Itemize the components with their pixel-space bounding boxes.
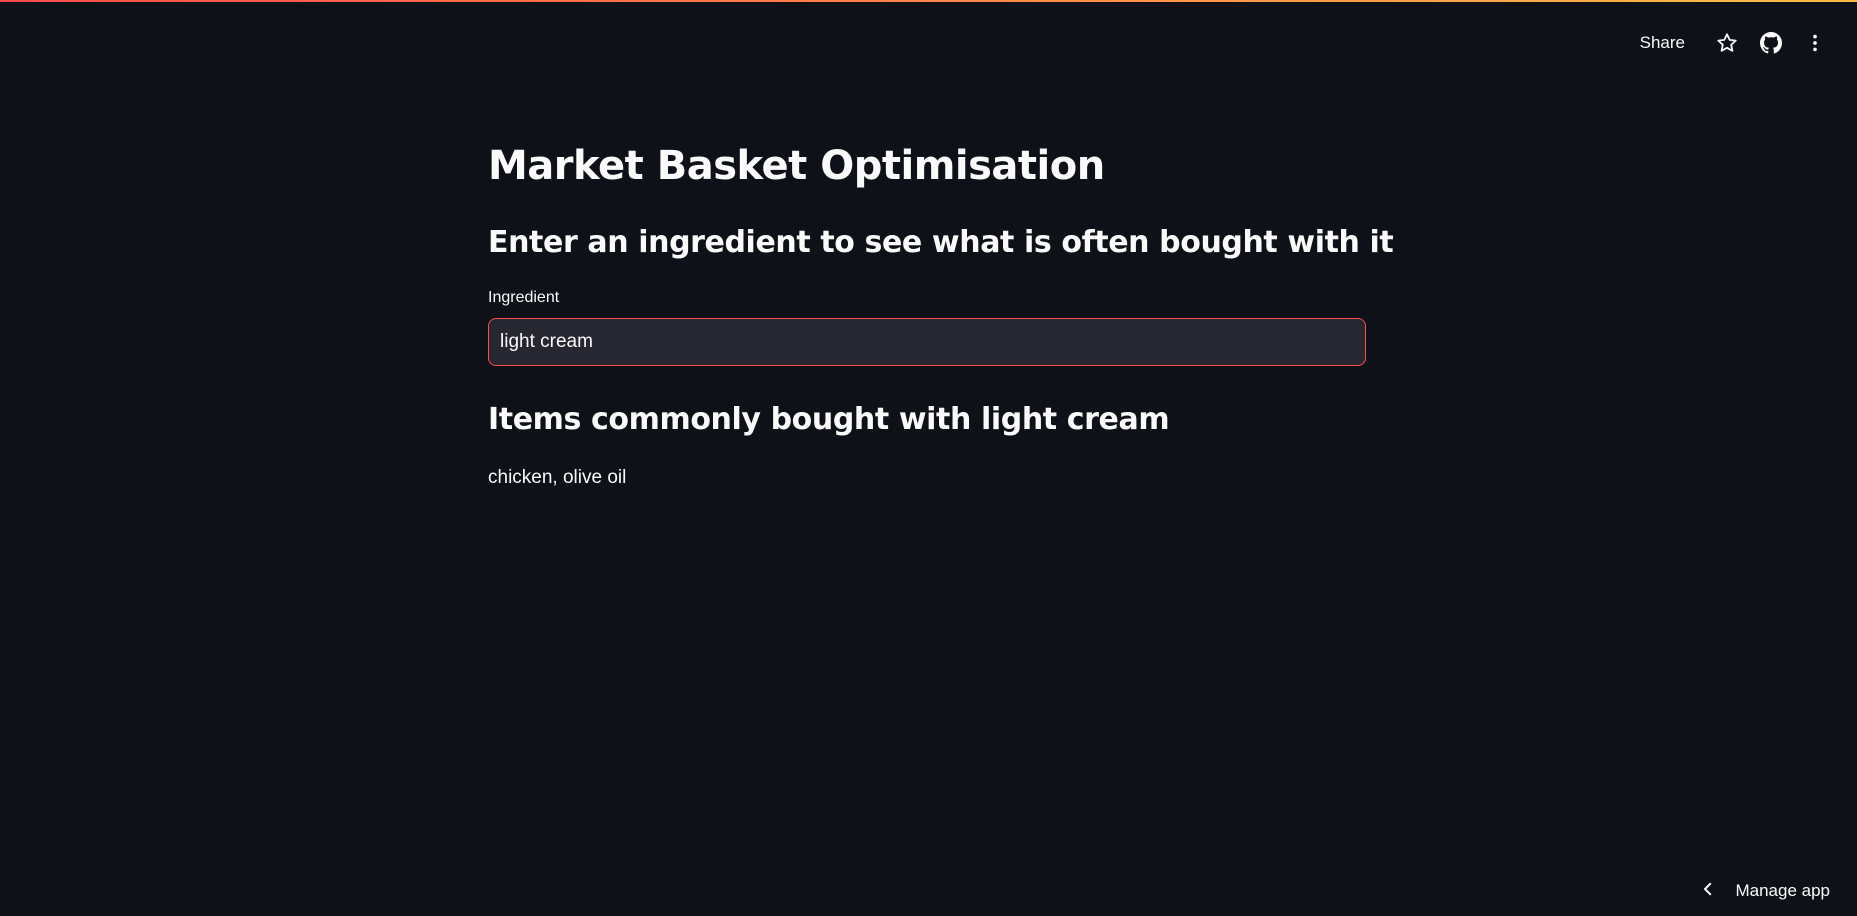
share-button[interactable]: Share — [1630, 29, 1695, 57]
results-items-text: chicken, olive oil — [488, 467, 627, 488]
more-vertical-icon[interactable] — [1793, 28, 1837, 58]
results-heading: Items commonly bought with light cream — [488, 402, 1170, 437]
ingredient-field-label: Ingredient — [488, 289, 560, 306]
ingredient-input-container — [488, 318, 1366, 366]
page-title: Market Basket Optimisation — [488, 143, 1105, 189]
manage-app-button[interactable]: Manage app — [1699, 876, 1830, 906]
page-subtitle: Enter an ingredient to see what is often… — [488, 225, 1394, 260]
manage-app-label: Manage app — [1735, 881, 1830, 900]
app-page: Share Market Basket Optimisation Enter a… — [0, 0, 1857, 916]
chevron-left-icon — [1699, 880, 1717, 902]
top-decoration-bar — [0, 0, 1857, 2]
app-toolbar: Share — [1630, 28, 1837, 58]
ingredient-input[interactable] — [489, 319, 1365, 365]
github-icon[interactable] — [1749, 28, 1793, 58]
star-icon[interactable] — [1705, 28, 1749, 58]
